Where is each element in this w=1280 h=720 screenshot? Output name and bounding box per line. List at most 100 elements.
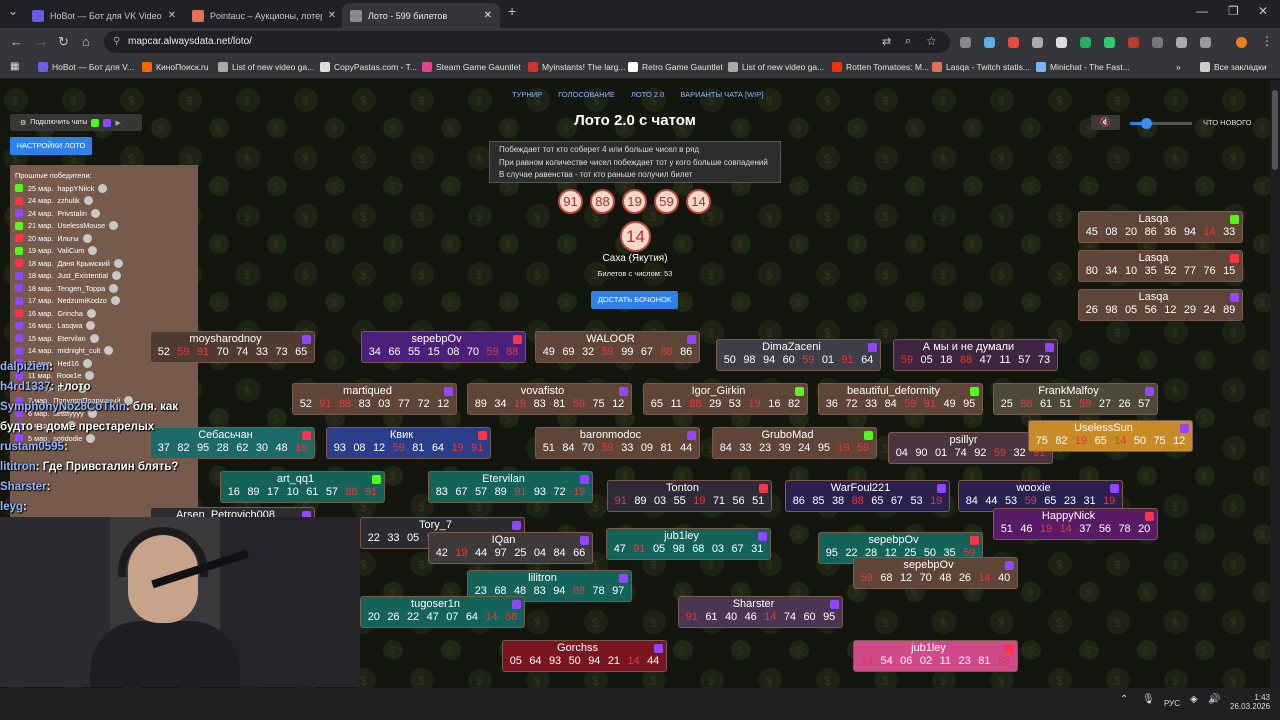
address-bar[interactable]: ⚲ mapcar.alwaysdata.net/loto/ (104, 31, 950, 53)
minimize-icon[interactable]: — (1196, 4, 1208, 18)
microphone-tray-icon[interactable]: 🎙 (1142, 694, 1155, 705)
lotto-ticket: Igor_Girkin 65 11 88 29 53 19 16 82 (643, 383, 808, 415)
bookmark-item[interactable]: CopyPastas.com - T... (320, 62, 417, 72)
chat-username[interactable]: rustam0595 (0, 441, 64, 453)
vk-icon (970, 536, 979, 545)
draw-ball-button[interactable]: ДОСТАТЬ БОЧОНОК (591, 291, 678, 309)
maximize-icon[interactable]: ❐ (1228, 4, 1239, 18)
volume-icon[interactable]: 🔊 (1208, 694, 1220, 705)
volume-slider[interactable] (1130, 118, 1192, 129)
zoom-icon[interactable]: ⌕ (905, 35, 911, 48)
mute-icon[interactable]: 🔇 (1091, 115, 1120, 130)
vk-icon (302, 431, 311, 440)
language-indicator[interactable]: РУС (1164, 699, 1180, 708)
bookmark-item[interactable]: List of new video ga... (728, 62, 824, 72)
apps-icon[interactable]: ▦ (10, 61, 19, 72)
bookmark-item[interactable]: Lasqa - Twitch statis... (932, 62, 1030, 72)
winner-avatar (109, 283, 119, 293)
ticket-number: 47 (426, 611, 439, 623)
ticket-owner-name: vovafisto (520, 385, 565, 397)
connect-chats-button[interactable]: ⚙ Подключить чаты ▶ (10, 114, 142, 131)
translate-icon[interactable]: ⇄ (882, 35, 891, 48)
extension-icon[interactable] (1176, 37, 1187, 48)
ticket-number: 94 (762, 354, 776, 366)
reload-icon[interactable]: ↻ (58, 34, 69, 50)
ticket-number: 23 (1063, 495, 1077, 507)
extension-icon[interactable] (1032, 37, 1043, 48)
network-icon[interactable]: ◈ (1190, 694, 1198, 705)
bookmark-item[interactable]: Minichat - The Fast... (1036, 62, 1130, 72)
bookmark-item[interactable]: HoBot — Бот для V... (38, 62, 134, 72)
browser-tab[interactable]: HoBot — Бот для VK Video Live ✕ (24, 3, 184, 28)
menu-icon[interactable]: ⋮ (1261, 34, 1273, 48)
forward-icon[interactable]: → (35, 34, 48, 49)
ticket-numbers: 91 61 40 46 14 74 60 95 (682, 611, 839, 625)
extension-icon[interactable] (1056, 37, 1067, 48)
profile-avatar[interactable] (1236, 37, 1247, 48)
twitch-icon (15, 334, 23, 343)
page-scrollbar[interactable] (1270, 80, 1280, 688)
tab-search-icon[interactable]: ⌄ (8, 4, 18, 18)
tray-chevron-icon[interactable]: ⌃ (1120, 694, 1128, 705)
nav-link[interactable]: ЛОТО 2.0 (631, 90, 664, 99)
chat-username[interactable]: lititron (0, 461, 36, 473)
extension-icon[interactable] (1128, 37, 1139, 48)
ticket-number: 11 (670, 398, 682, 410)
back-icon[interactable]: ← (10, 34, 23, 49)
ticket-number: 07 (446, 611, 459, 623)
lotto-ticket: Квик 93 08 12 59 81 64 19 91 (326, 427, 491, 459)
clock[interactable]: 1:43 26.03.2026 (1230, 693, 1270, 711)
chat-username[interactable]: h4rd1337 (0, 381, 51, 393)
whats-new-link[interactable]: ЧТО НОВОГО (1203, 118, 1251, 127)
volume-knob[interactable] (1140, 118, 1152, 129)
bookmarks-overflow-icon[interactable]: » (1176, 62, 1181, 72)
bookmark-star-icon[interactable]: ☆ (926, 34, 937, 48)
winner-date: 21 мар. (28, 221, 54, 231)
home-icon[interactable]: ⌂ (82, 34, 90, 49)
nav-link[interactable]: ГОЛОСОВАНИЕ (558, 90, 615, 99)
ticket-number: 59 (1024, 495, 1037, 507)
tab-close-icon[interactable]: ✕ (484, 10, 492, 21)
bookmark-item[interactable]: КиноПоиск.ru (142, 62, 209, 72)
site-info-icon[interactable]: ⚲ (113, 31, 120, 53)
ticket-number: 60 (782, 354, 795, 366)
tab-favicon (32, 9, 44, 22)
bookmark-item[interactable]: Rotten Tomatoes: M... (832, 62, 929, 72)
extension-icon[interactable] (960, 37, 971, 48)
tab-close-icon[interactable]: ✕ (328, 10, 336, 21)
tab-close-icon[interactable]: ✕ (168, 10, 176, 21)
ticket-number: 75 (592, 398, 605, 410)
bookmark-favicon (422, 62, 432, 72)
all-bookmarks[interactable]: Все закладки (1200, 62, 1267, 72)
chat-username[interactable]: Sharster (0, 481, 47, 493)
extension-icon[interactable] (1008, 37, 1019, 48)
extension-icon[interactable] (1104, 37, 1115, 48)
browser-tab[interactable]: Лото - 599 билетов ✕ (342, 3, 500, 28)
close-window-icon[interactable]: ✕ (1258, 4, 1268, 18)
chat-username[interactable]: dalpizien (0, 361, 49, 373)
ticket-number: 88 (660, 346, 673, 358)
ticket-number: 19 (513, 398, 527, 410)
extension-icon[interactable] (1080, 37, 1091, 48)
winner-item: 17 мар. NedzumiKodzo (15, 295, 193, 308)
ticket-number: 03 (711, 543, 725, 555)
twitch-icon (15, 209, 23, 218)
bookmark-item[interactable]: Retro Game Gauntlet (628, 62, 723, 72)
nav-link[interactable]: ТУРНИР (512, 90, 542, 99)
nav-link[interactable]: ВАРИАНТЫ ЧАТА [WIP] (680, 90, 763, 99)
scrollbar-thumb[interactable] (1272, 90, 1278, 170)
extensions-puzzle-icon[interactable] (1200, 37, 1211, 48)
ticket-number: 39 (778, 442, 791, 454)
chat-username[interactable]: SymphonyNo28CoTkin (0, 401, 126, 413)
extension-icon[interactable] (984, 37, 995, 48)
loto-settings-button[interactable]: НАСТРОЙКИ ЛОТО (10, 137, 92, 155)
bookmark-item[interactable]: Steam Game Gauntlet (422, 62, 521, 72)
ticket-number: 59 (857, 442, 870, 454)
browser-tab[interactable]: Pointauc – Аукционы, лотереи ✕ (184, 3, 344, 28)
chat-username[interactable]: leyg (0, 501, 23, 513)
bookmark-item[interactable]: Myinstants! The larg... (528, 62, 625, 72)
new-tab-button[interactable]: + (508, 3, 516, 19)
ticket-number: 51 (1059, 398, 1072, 410)
bookmark-item[interactable]: List of new video ga... (218, 62, 314, 72)
extension-icon[interactable] (1152, 37, 1163, 48)
